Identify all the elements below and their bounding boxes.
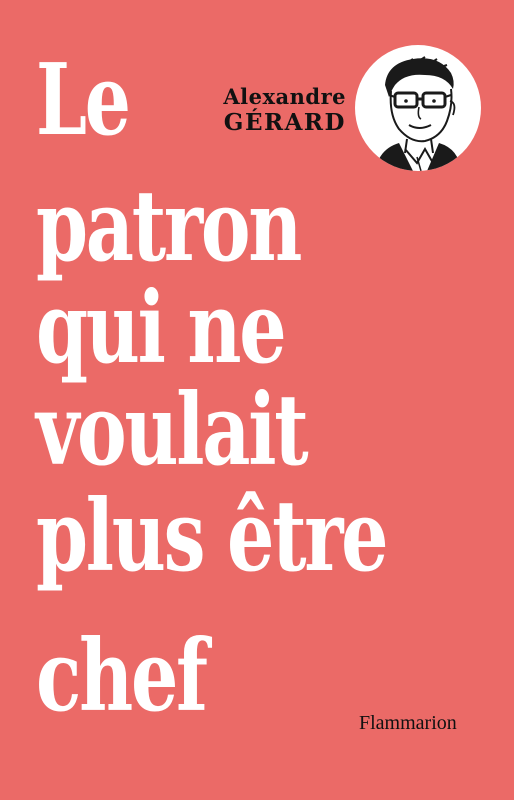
publisher-name: Flammarion: [359, 712, 457, 734]
author-first-name: Alexandre: [223, 84, 346, 109]
title-line-6: chef: [36, 619, 208, 734]
title-line-1: Le: [36, 43, 131, 158]
portrait-drawing: [375, 56, 461, 171]
book-cover: Le patron qui ne voulait plus être chef …: [0, 0, 514, 800]
title-line-5: plus être: [36, 479, 389, 594]
title-line-2: patron: [36, 169, 302, 284]
author-portrait-icon: [355, 45, 481, 171]
author-last-name: GÉRARD: [223, 109, 346, 137]
title-line-4: voulait: [36, 373, 309, 488]
title-line-3: qui ne: [36, 271, 287, 386]
author-name: Alexandre GÉRARD: [200, 85, 346, 135]
